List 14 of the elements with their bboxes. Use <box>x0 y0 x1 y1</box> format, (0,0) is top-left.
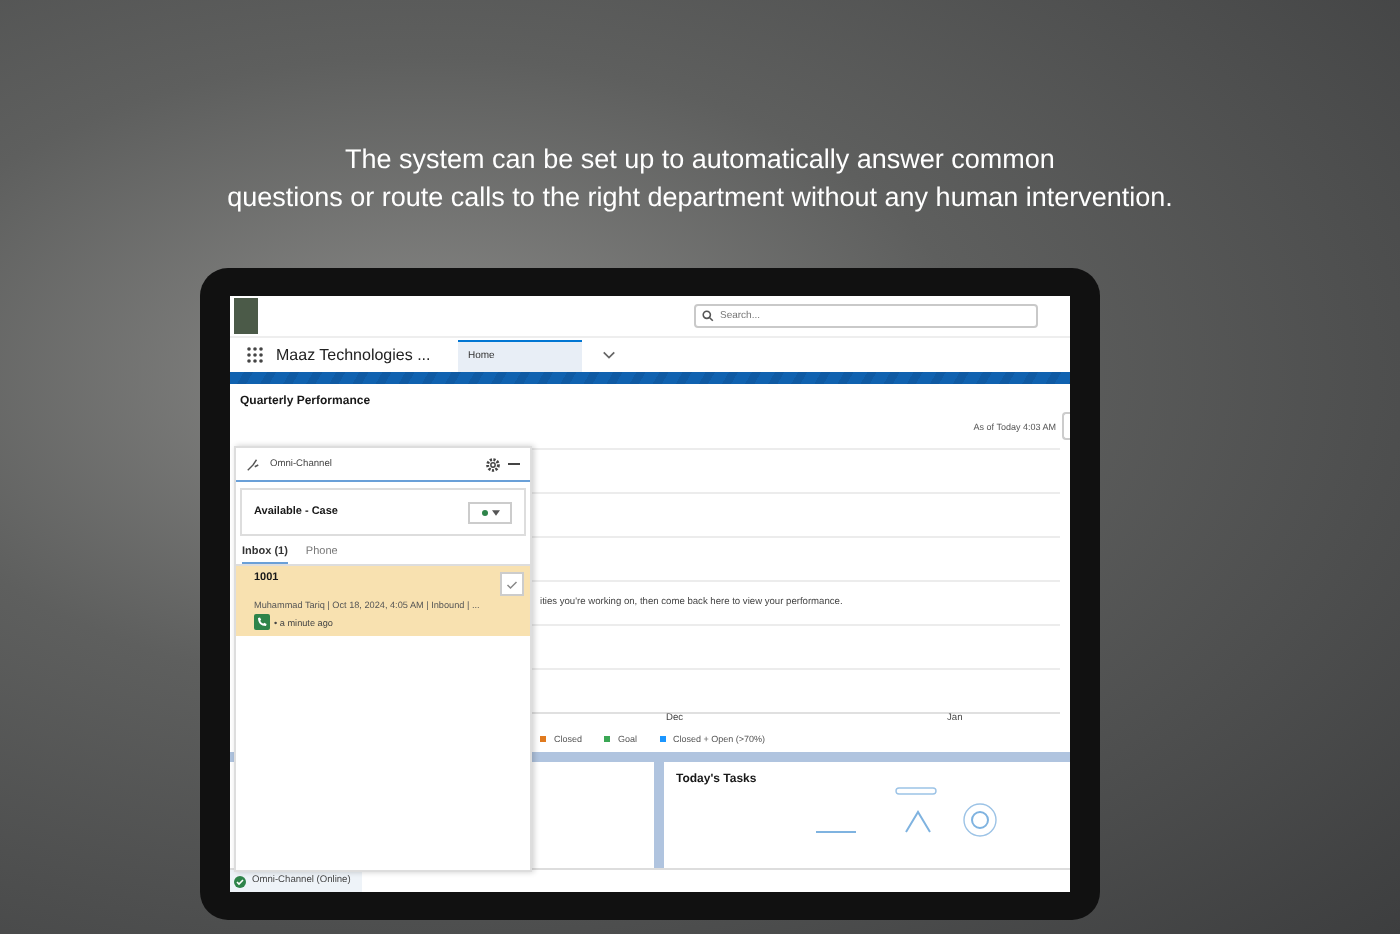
caret-icon <box>491 509 499 515</box>
phone-icon <box>254 614 270 630</box>
app-launcher-icon[interactable] <box>246 346 264 364</box>
status-dropdown[interactable] <box>468 501 512 523</box>
caption-text: The system can be set up to automatically answer common questions or route calls to the right department without any human intervention. <box>227 142 1173 216</box>
accept-button[interactable] <box>500 572 524 596</box>
status-online-icon <box>234 875 246 887</box>
chevron-down-icon[interactable] <box>602 350 616 360</box>
app-name: Maaz Technologies ... <box>276 346 433 364</box>
logo-placeholder <box>234 298 258 334</box>
settings-icon[interactable] <box>484 455 502 473</box>
checkmark-icon <box>506 579 518 589</box>
minimize-icon[interactable] <box>508 462 520 466</box>
search-icon <box>702 310 714 322</box>
